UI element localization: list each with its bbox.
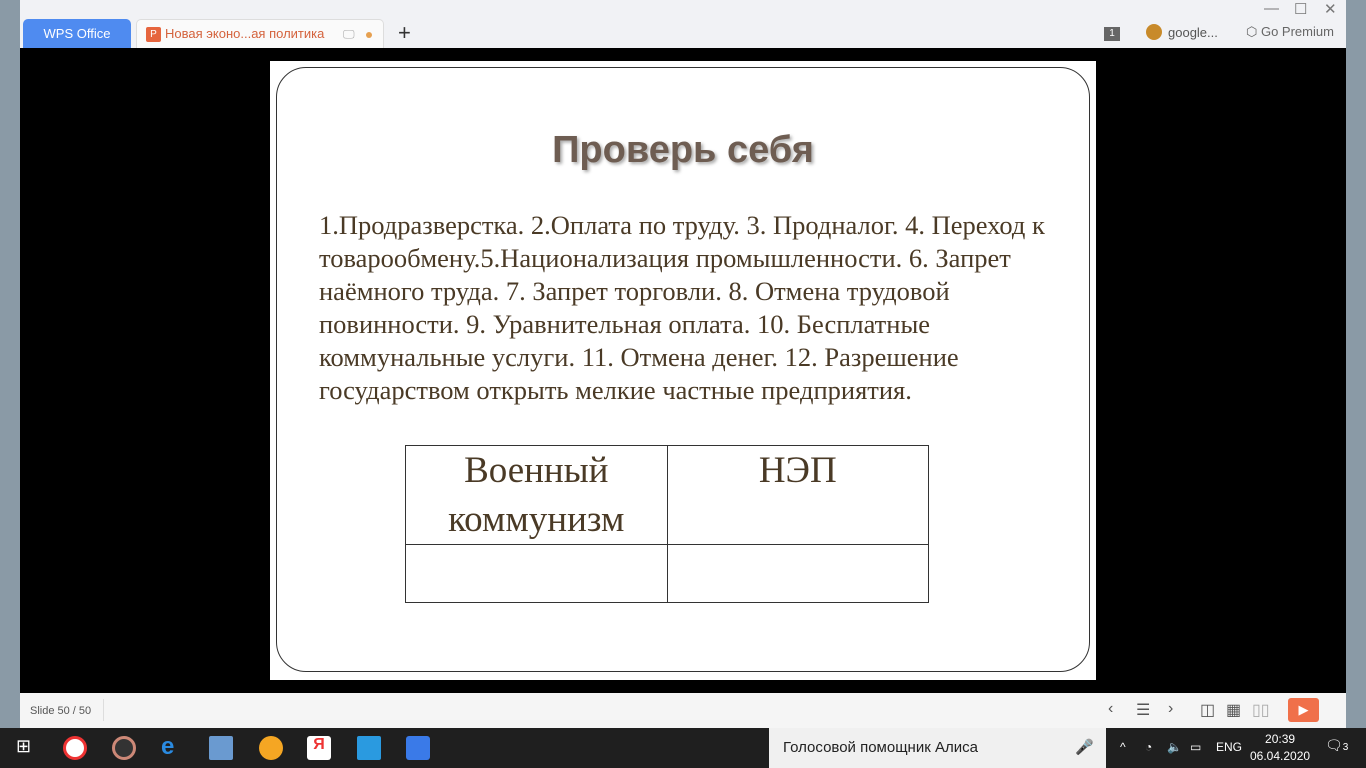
play-slideshow-button[interactable]: ▶ [1288,698,1319,722]
slide-indicator: Slide 50 / 50 [30,705,92,717]
volume-icon[interactable]: 🔈 [1167,740,1182,754]
status-bar: Slide 50 / 50 ‹ ☰ › ◫ ▦ ▯▯ ▶ [20,693,1346,728]
grid-view-icon[interactable]: ▦ [1226,700,1241,720]
slide-body-text: 1.Продразверстка. 2.Оплата по труду. 3. … [319,210,1045,405]
new-tab-button[interactable]: + [398,20,411,46]
slide[interactable]: Проверь себя 1.Продразверстка. 2.Оплата … [270,61,1096,680]
header-nep: НЭП [666,445,929,545]
previous-slide-icon[interactable]: ‹ [1108,700,1113,718]
tab-document[interactable]: P Новая эконо...ая политика 🖵 [136,19,384,48]
minimize-icon[interactable]: — [1264,0,1279,17]
notification-count: 3 [1342,742,1349,753]
table-cell [666,544,929,603]
date: 06.04.2020 [1250,749,1311,763]
time: 20:39 [1265,732,1296,746]
go-premium-label: Go Premium [1260,24,1334,39]
tab-wps-office[interactable]: WPS Office [23,19,131,48]
crown-icon: ⬡ [1246,24,1261,39]
wifi-icon[interactable]: ◔ [1145,740,1152,754]
account-name: google... [1168,25,1218,40]
wps-window: WPS Office P Новая эконо...ая политика 🖵… [20,0,1346,728]
yandex-icon[interactable]: Я [307,736,331,760]
clock[interactable]: 20:39 06.04.2020 [1250,731,1310,765]
close-icon[interactable]: ✕ [1324,0,1337,18]
window-count-badge[interactable]: 1 [1104,27,1120,41]
battery-icon[interactable]: ▭ [1190,740,1201,754]
normal-view-icon[interactable]: ◫ [1200,700,1215,720]
unsaved-dot-icon [366,32,372,38]
slide-title: Проверь себя [552,129,814,171]
wps-taskbar-icon[interactable] [406,736,430,760]
answer-table: Военный коммунизм НЭП [405,445,929,603]
language-indicator[interactable]: ENG [1216,740,1242,754]
account-button[interactable]: google... [1146,24,1218,40]
monitor-icon[interactable]: 🖵 [343,20,355,48]
aimp-icon[interactable] [259,736,283,760]
windows-start-icon[interactable]: ⊞ [16,736,31,757]
network-app-icon[interactable] [209,736,233,760]
notifications-icon[interactable]: 🗨3 [1325,737,1348,754]
edge-icon[interactable]: e [161,735,185,760]
header-war-communism: Военный коммунизм [405,445,668,545]
mail-icon[interactable] [357,736,381,760]
microphone-icon[interactable]: 🎤 [1075,728,1094,768]
presentation-icon: P [146,27,161,42]
go-premium-button[interactable]: ⬡ Go Premium [1246,24,1334,40]
taskbar: ⊞ e Я Голосовой помощник Алиса 🎤 ^ ◔ 🔈 ▭ … [0,728,1366,768]
yandex-browser-icon[interactable] [63,736,87,760]
next-slide-icon[interactable]: › [1168,700,1173,718]
title-bar: WPS Office P Новая эконо...ая политика 🖵… [20,0,1346,48]
table-cell [405,544,668,603]
maximize-icon[interactable]: ☐ [1294,0,1307,18]
slideshow-stage: Проверь себя 1.Продразверстка. 2.Оплата … [20,48,1346,693]
tab-document-label: Новая эконо...ая политика [165,26,325,41]
search-box[interactable]: Голосовой помощник Алиса 🎤 [769,728,1106,768]
slide-list-icon[interactable]: ☰ [1136,700,1150,720]
divider [103,699,104,721]
search-text: Голосовой помощник Алиса [783,739,978,756]
show-hidden-icons[interactable]: ^ [1120,740,1126,754]
music-player-icon[interactable] [112,736,136,760]
reading-view-icon[interactable]: ▯▯ [1252,700,1270,720]
avatar [1146,24,1162,40]
